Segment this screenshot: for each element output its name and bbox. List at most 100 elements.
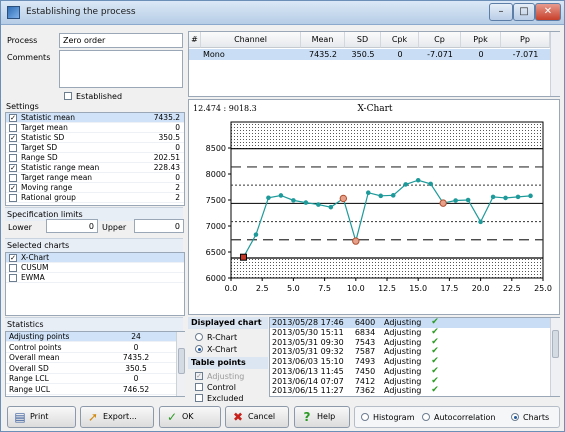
- column-header[interactable]: Channel: [201, 32, 301, 48]
- process-field[interactable]: Zero order: [59, 33, 183, 48]
- data-point: [490, 194, 496, 200]
- setting-checkbox[interactable]: [9, 194, 17, 202]
- settings-row[interactable]: ✓ Statistic range mean 228.43: [6, 163, 184, 173]
- setting-checkbox[interactable]: [9, 124, 17, 132]
- export-button[interactable]: ➚ Export...: [80, 406, 154, 428]
- column-header[interactable]: #: [189, 32, 201, 48]
- lower-label: Lower: [8, 223, 32, 232]
- point-row[interactable]: 2013/06/15 11:27 7362 Adjusting ✔: [270, 385, 550, 396]
- close-button[interactable]: ✕: [535, 3, 561, 21]
- channel-table-scrollbar[interactable]: [550, 32, 560, 96]
- setting-label: Statistic mean: [21, 113, 76, 122]
- chart-row[interactable]: ✓ X-Chart: [6, 253, 184, 263]
- data-point: [291, 198, 296, 203]
- displayed-chart-title: Displayed chart: [188, 317, 268, 329]
- column-header[interactable]: Pp: [501, 32, 550, 48]
- x-tick-label: 15.0: [409, 284, 427, 293]
- statistics-list: Adjusting points 24 Control points 0 Overall…: [5, 331, 185, 397]
- ok-button[interactable]: ✓ OK: [159, 406, 221, 428]
- setting-checkbox[interactable]: [9, 154, 17, 162]
- setting-checkbox[interactable]: ✓: [9, 114, 17, 122]
- setting-checkbox[interactable]: [9, 174, 17, 182]
- x-tick-label: 12.5: [378, 284, 396, 293]
- print-button[interactable]: ▤ Print: [7, 406, 76, 428]
- minimize-button[interactable]: –: [489, 3, 513, 21]
- established-checkbox[interactable]: [64, 92, 72, 100]
- column-header[interactable]: Cp: [419, 32, 461, 48]
- settings-row[interactable]: Target range mean 0: [6, 173, 184, 183]
- settings-row[interactable]: Target SD 0: [6, 143, 184, 153]
- setting-checkbox[interactable]: ✓: [9, 184, 17, 192]
- settings-row[interactable]: Range SD 202.51: [6, 153, 184, 163]
- data-point: [403, 182, 409, 187]
- settings-row[interactable]: ✓ Moving range 2: [6, 183, 184, 193]
- r-chart-radio[interactable]: [195, 333, 203, 341]
- y-tick-label: 6500: [206, 248, 226, 257]
- help-button[interactable]: ? Help: [294, 406, 350, 428]
- chart-checkbox[interactable]: [9, 264, 17, 272]
- control-label: Control: [207, 383, 236, 392]
- channel-cell: 0: [478, 50, 484, 59]
- data-point: [339, 194, 348, 203]
- point-row[interactable]: 2013/05/31 09:32 7587 Adjusting ✔: [270, 346, 550, 357]
- comments-field[interactable]: [59, 50, 183, 88]
- setting-checkbox[interactable]: ✓: [9, 164, 17, 172]
- point-row[interactable]: 2013/06/03 15:10 7493 Adjusting ✔: [270, 356, 550, 367]
- established-label: Established: [76, 92, 123, 101]
- cancel-button[interactable]: ✖ Cancel: [225, 406, 289, 428]
- control-checkbox[interactable]: [195, 383, 203, 391]
- settings-row[interactable]: ✓ Statistic SD 350.5: [6, 133, 184, 143]
- histogram-radio[interactable]: [361, 413, 369, 421]
- setting-value: 0: [175, 173, 180, 182]
- channel-row[interactable]: Mono 7435.2 350.5 0 -7.071 0 -7.071: [189, 49, 550, 60]
- settings-row[interactable]: Target mean 0: [6, 123, 184, 133]
- statistics-row[interactable]: Control points 0: [6, 343, 176, 353]
- chart-checkbox[interactable]: [9, 274, 17, 282]
- point-row[interactable]: 2013/05/28 17:46 6400 Adjusting ✔: [270, 317, 550, 328]
- chart-row[interactable]: EWMA: [6, 273, 184, 283]
- points-table-scrollbar[interactable]: [550, 318, 560, 396]
- setting-checkbox[interactable]: ✓: [9, 134, 17, 142]
- point-date: 2013/05/31 09:32: [272, 347, 344, 357]
- point-row[interactable]: 2013/05/31 09:30 7543 Adjusting ✔: [270, 337, 550, 348]
- point-value: 7450: [354, 366, 376, 376]
- settings-title: Settings: [6, 102, 39, 111]
- column-header[interactable]: Mean: [301, 32, 345, 48]
- upper-limit-field[interactable]: 0: [134, 219, 184, 233]
- point-row[interactable]: 2013/05/30 15:11 6834 Adjusting ✔: [270, 327, 550, 338]
- statistics-row[interactable]: Adjusting points 24: [6, 332, 176, 342]
- charts-radio[interactable]: [511, 413, 519, 421]
- cross-icon: ✖: [232, 410, 244, 424]
- statistics-row[interactable]: Overall SD 350.5: [6, 364, 176, 374]
- point-value: 7362: [354, 386, 376, 396]
- chart-checkbox[interactable]: ✓: [9, 254, 17, 262]
- autocorrelation-label: Autocorrelation: [434, 413, 496, 422]
- point-status: Adjusting: [384, 337, 422, 347]
- points-scroll-thumb[interactable]: [552, 330, 559, 358]
- column-header[interactable]: SD: [345, 32, 381, 48]
- excluded-checkbox[interactable]: [195, 394, 203, 402]
- point-status: Adjusting: [384, 386, 422, 396]
- data-point: [428, 181, 433, 187]
- settings-row[interactable]: Rational group 2: [6, 193, 184, 203]
- chart-panel: 12.474 : 9018.3 X-Chart 6000 6500 7000 7500…: [188, 99, 560, 315]
- statistics-scroll-thumb[interactable]: [178, 348, 185, 374]
- x-chart-radio[interactable]: [195, 345, 203, 353]
- point-row[interactable]: 2013/06/13 11:45 7450 Adjusting ✔: [270, 366, 550, 377]
- x-chart-svg[interactable]: 6000 6500 7000 7500 8000 8500 0.0 2.5 5.0 7.5 10.0…: [189, 100, 559, 314]
- chart-label: X-Chart: [21, 253, 50, 262]
- statistics-scrollbar[interactable]: [176, 332, 185, 396]
- chart-row[interactable]: CUSUM: [6, 263, 184, 273]
- statistics-row[interactable]: Overall mean 7435.2: [6, 353, 176, 363]
- maximize-button[interactable]: □: [513, 3, 535, 21]
- setting-checkbox[interactable]: [9, 144, 17, 152]
- setting-label: Target range mean: [21, 173, 93, 182]
- point-row[interactable]: 2013/06/14 07:07 7412 Adjusting ✔: [270, 376, 550, 387]
- settings-row[interactable]: ✓ Statistic mean 7435.2: [6, 113, 184, 123]
- lower-limit-field[interactable]: 0: [46, 219, 98, 233]
- autocorrelation-radio[interactable]: [422, 413, 430, 421]
- statistics-row[interactable]: Range LCL 0: [6, 374, 176, 384]
- column-header[interactable]: Cpk: [381, 32, 419, 48]
- column-header[interactable]: Ppk: [461, 32, 501, 48]
- statistics-row[interactable]: Range UCL 746.52: [6, 385, 176, 395]
